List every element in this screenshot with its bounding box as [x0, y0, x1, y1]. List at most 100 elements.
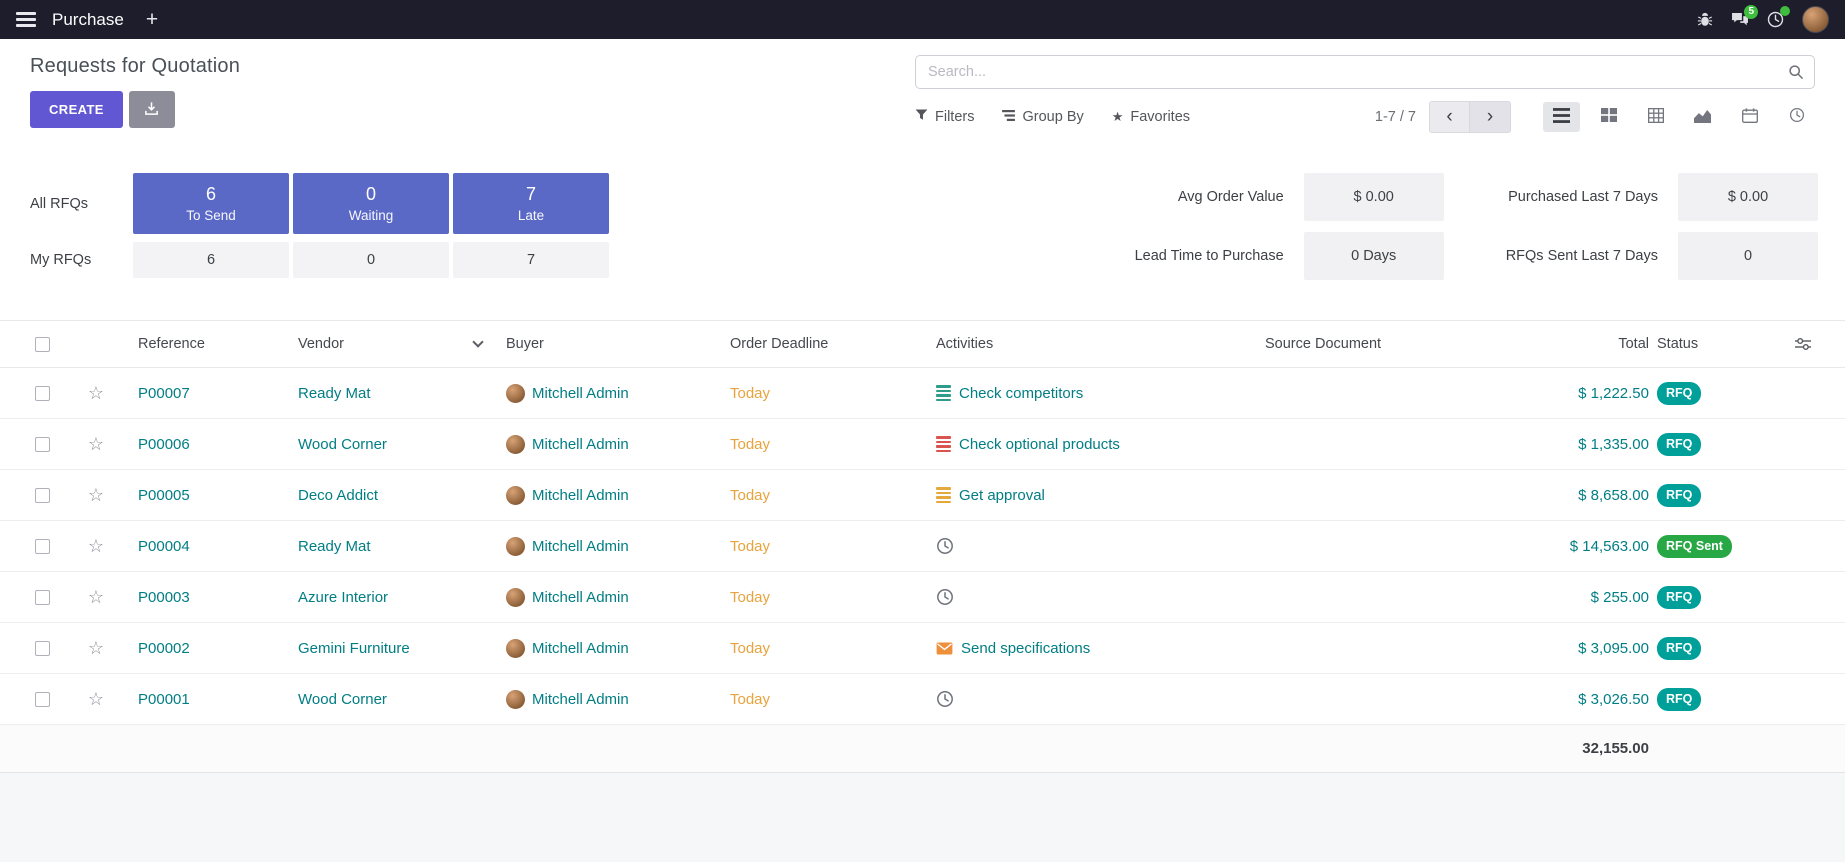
- vendor-link[interactable]: Ready Mat: [298, 538, 371, 555]
- buyer-link[interactable]: Mitchell Admin: [532, 589, 629, 606]
- apps-menu-icon[interactable]: [16, 12, 36, 27]
- activity-icon[interactable]: [936, 537, 954, 555]
- column-header-source-document[interactable]: Source Document: [1265, 336, 1525, 352]
- column-header-reference[interactable]: Reference: [122, 336, 298, 352]
- activity-icon[interactable]: [936, 588, 954, 606]
- row-checkbox[interactable]: [35, 590, 50, 605]
- column-header-status[interactable]: Status: [1655, 336, 1775, 352]
- status-badge: RFQ: [1657, 586, 1701, 609]
- reference-link[interactable]: P00004: [138, 538, 190, 555]
- row-checkbox[interactable]: [35, 539, 50, 554]
- vendor-link[interactable]: Wood Corner: [298, 436, 387, 453]
- column-header-order-deadline[interactable]: Order Deadline: [730, 336, 936, 352]
- group-by-button[interactable]: Group By: [1002, 109, 1083, 125]
- activity-view-button[interactable]: [1778, 102, 1815, 132]
- activity-icon[interactable]: [936, 436, 951, 452]
- buyer-link[interactable]: Mitchell Admin: [532, 436, 629, 453]
- app-name[interactable]: Purchase: [52, 10, 124, 30]
- vendor-link[interactable]: Gemini Furniture: [298, 640, 410, 657]
- buyer-link[interactable]: Mitchell Admin: [532, 640, 629, 657]
- tile-waiting[interactable]: 0 Waiting: [293, 173, 449, 234]
- favorite-star-icon[interactable]: ☆: [88, 536, 104, 557]
- search-input[interactable]: [916, 56, 1778, 88]
- table-row[interactable]: ☆ P00002 Gemini Furniture Mitchell Admin…: [0, 623, 1845, 674]
- chevron-right-icon: ›: [1487, 107, 1493, 126]
- table-row[interactable]: ☆ P00001 Wood Corner Mitchell Admin Toda…: [0, 674, 1845, 725]
- column-header-buyer[interactable]: Buyer: [506, 336, 730, 352]
- activity-link[interactable]: Check optional products: [959, 436, 1120, 453]
- my-late-count[interactable]: 7: [453, 242, 609, 278]
- reference-link[interactable]: P00007: [138, 385, 190, 402]
- activities-clock-icon[interactable]: [1767, 11, 1784, 28]
- table-row[interactable]: ☆ P00004 Ready Mat Mitchell Admin Today …: [0, 521, 1845, 572]
- user-avatar[interactable]: [1802, 6, 1829, 33]
- activity-icon[interactable]: [936, 642, 953, 655]
- favorite-star-icon[interactable]: ☆: [88, 434, 104, 455]
- favorite-star-icon[interactable]: ☆: [88, 689, 104, 710]
- messages-icon[interactable]: 5: [1731, 12, 1749, 27]
- activity-link[interactable]: Send specifications: [961, 640, 1090, 657]
- row-checkbox[interactable]: [35, 692, 50, 707]
- search-icon[interactable]: [1778, 64, 1814, 80]
- list-view-button[interactable]: [1543, 102, 1580, 132]
- buyer-link[interactable]: Mitchell Admin: [532, 385, 629, 402]
- plus-icon[interactable]: +: [146, 9, 158, 30]
- activity-icon[interactable]: [936, 385, 951, 401]
- buyer-link[interactable]: Mitchell Admin: [532, 538, 629, 555]
- row-checkbox[interactable]: [35, 641, 50, 656]
- create-button[interactable]: CREATE: [30, 91, 123, 128]
- reference-link[interactable]: P00003: [138, 589, 190, 606]
- row-checkbox[interactable]: [35, 437, 50, 452]
- vendor-link[interactable]: Wood Corner: [298, 691, 387, 708]
- activity-icon[interactable]: [936, 487, 951, 503]
- reference-link[interactable]: P00006: [138, 436, 190, 453]
- reference-link[interactable]: P00001: [138, 691, 190, 708]
- favorite-star-icon[interactable]: ☆: [88, 587, 104, 608]
- table-row[interactable]: ☆ P00005 Deco Addict Mitchell Admin Toda…: [0, 470, 1845, 521]
- buyer-avatar: [506, 639, 525, 658]
- column-header-activities[interactable]: Activities: [936, 336, 1265, 352]
- calendar-view-button[interactable]: [1731, 102, 1768, 132]
- my-waiting-count[interactable]: 0: [293, 242, 449, 278]
- my-to-send-count[interactable]: 6: [133, 242, 289, 278]
- table-row[interactable]: ☆ P00007 Ready Mat Mitchell Admin Today …: [0, 368, 1845, 419]
- bug-icon[interactable]: [1697, 12, 1713, 28]
- graph-view-button[interactable]: [1684, 102, 1721, 132]
- select-all-checkbox[interactable]: [35, 337, 50, 352]
- column-header-vendor[interactable]: Vendor: [298, 336, 506, 352]
- reference-link[interactable]: P00002: [138, 640, 190, 657]
- vendor-link[interactable]: Azure Interior: [298, 589, 388, 606]
- table-row[interactable]: ☆ P00006 Wood Corner Mitchell Admin Toda…: [0, 419, 1845, 470]
- buyer-link[interactable]: Mitchell Admin: [532, 691, 629, 708]
- download-button[interactable]: [129, 91, 175, 128]
- activity-link[interactable]: Get approval: [959, 487, 1045, 504]
- buyer-link[interactable]: Mitchell Admin: [532, 487, 629, 504]
- status-badge: RFQ Sent: [1657, 535, 1732, 558]
- table-row[interactable]: ☆ P00003 Azure Interior Mitchell Admin T…: [0, 572, 1845, 623]
- pager-next-button[interactable]: ›: [1470, 101, 1511, 133]
- activity-icon[interactable]: [936, 690, 954, 708]
- favorite-star-icon[interactable]: ☆: [88, 383, 104, 404]
- favorite-star-icon[interactable]: ☆: [88, 638, 104, 659]
- favorites-button[interactable]: ★ Favorites: [1112, 109, 1190, 125]
- vendor-link[interactable]: Ready Mat: [298, 385, 371, 402]
- activity-link[interactable]: Check competitors: [959, 385, 1083, 402]
- tile-to-send[interactable]: 6 To Send: [133, 173, 289, 234]
- row-checkbox[interactable]: [35, 488, 50, 503]
- all-rfqs-label[interactable]: All RFQs: [30, 196, 129, 212]
- pivot-view-button[interactable]: [1637, 102, 1674, 132]
- my-rfqs-label[interactable]: My RFQs: [30, 252, 129, 268]
- favorite-star-icon[interactable]: ☆: [88, 485, 104, 506]
- kanban-view-button[interactable]: [1590, 102, 1627, 132]
- column-header-total[interactable]: Total: [1525, 336, 1655, 352]
- optional-columns-button[interactable]: [1775, 337, 1831, 351]
- pager-previous-button[interactable]: ‹: [1429, 101, 1470, 133]
- reference-link[interactable]: P00005: [138, 487, 190, 504]
- vendor-link[interactable]: Deco Addict: [298, 487, 378, 504]
- stat-value-rfqs-sent: 0: [1678, 232, 1818, 280]
- row-checkbox[interactable]: [35, 386, 50, 401]
- stat-value-purchased-last-7-days: $ 0.00: [1678, 173, 1818, 221]
- filters-button[interactable]: Filters: [915, 109, 974, 125]
- calendar-view-icon: [1742, 108, 1758, 126]
- tile-late[interactable]: 7 Late: [453, 173, 609, 234]
